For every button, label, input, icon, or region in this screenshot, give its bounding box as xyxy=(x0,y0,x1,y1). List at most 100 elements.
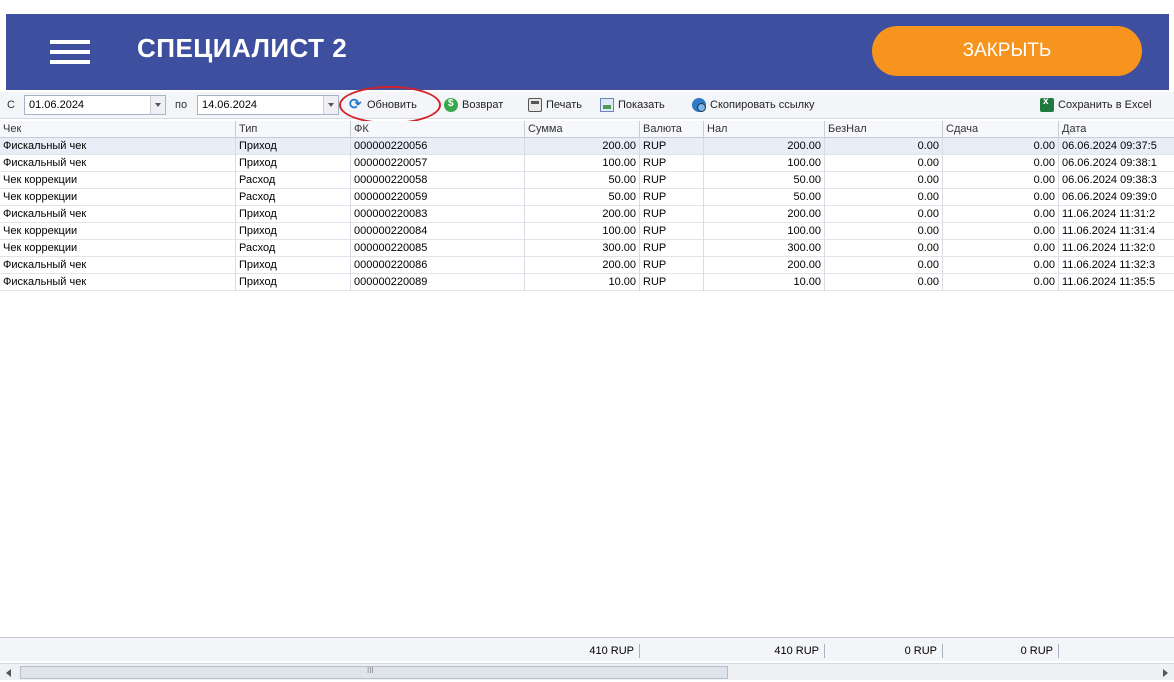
horizontal-scrollbar[interactable] xyxy=(0,663,1174,680)
cell-fk: 000000220056 xyxy=(351,138,525,155)
cell-check: Чек коррекции xyxy=(0,172,236,189)
table-row[interactable]: Фискальный чек Приход 000000220057 100.00 RU… xyxy=(0,155,1174,172)
cell-cashless: 0.00 xyxy=(825,172,943,189)
cell-type: Расход xyxy=(236,189,351,206)
close-button[interactable]: ЗАКРЫТЬ xyxy=(872,26,1142,76)
cell-check: Фискальный чек xyxy=(0,274,236,291)
cell-cashless: 0.00 xyxy=(825,223,943,240)
cell-check: Чек коррекции xyxy=(0,223,236,240)
cell-type: Приход xyxy=(236,274,351,291)
cell-currency: RUP xyxy=(640,189,704,206)
chevron-down-icon[interactable] xyxy=(150,96,165,114)
cell-type: Приход xyxy=(236,223,351,240)
column-header-currency[interactable]: Валюта xyxy=(640,121,704,138)
column-header-check[interactable]: Чек xyxy=(0,121,236,138)
to-date-value: 14.06.2024 xyxy=(202,99,258,111)
table-body: Фискальный чек Приход 000000220056 200.00 RU… xyxy=(0,138,1174,291)
cell-currency: RUP xyxy=(640,172,704,189)
column-header-change[interactable]: Сдача xyxy=(943,121,1059,138)
to-label: по xyxy=(175,99,188,111)
cell-cash: 300.00 xyxy=(704,240,825,257)
cell-change: 0.00 xyxy=(943,172,1059,189)
table-row[interactable]: Чек коррекции Расход 000000220058 50.00 RUP 5… xyxy=(0,172,1174,189)
return-label: Возврат xyxy=(462,99,504,111)
cell-change: 0.00 xyxy=(943,189,1059,206)
table-row[interactable]: Фискальный чек Приход 000000220083 200.00 RU… xyxy=(0,206,1174,223)
column-header-date[interactable]: Дата xyxy=(1059,121,1174,138)
total-sum: 410 RUP xyxy=(525,644,640,658)
refresh-button[interactable]: ⟳ Обновить xyxy=(349,96,417,114)
cell-cashless: 0.00 xyxy=(825,138,943,155)
cell-cash: 100.00 xyxy=(704,223,825,240)
from-label: С xyxy=(7,99,15,111)
cell-type: Приход xyxy=(236,155,351,172)
refresh-icon: ⟳ xyxy=(349,96,362,113)
cell-cashless: 0.00 xyxy=(825,206,943,223)
table-row[interactable]: Фискальный чек Приход 000000220089 10.00 RUP… xyxy=(0,274,1174,291)
chevron-down-icon[interactable] xyxy=(323,96,338,114)
cell-date: 11.06.2024 11:32:0 xyxy=(1062,242,1156,254)
cell-date: 06.06.2024 09:38:3 xyxy=(1062,174,1157,186)
print-button[interactable]: Печать xyxy=(528,96,582,114)
cell-cash: 50.00 xyxy=(704,172,825,189)
cell-currency: RUP xyxy=(640,257,704,274)
from-date-picker[interactable]: 01.06.2024 xyxy=(24,95,166,115)
cell-date: 06.06.2024 09:38:1 xyxy=(1062,157,1157,169)
cell-date: 11.06.2024 11:31:2 xyxy=(1062,208,1156,220)
table-row[interactable]: Чек коррекции Расход 000000220085 300.00 RUP… xyxy=(0,240,1174,257)
cell-sum: 200.00 xyxy=(525,206,640,223)
cell-check: Фискальный чек xyxy=(0,138,236,155)
totals-bar: 410 RUP 410 RUP 0 RUP 0 RUP xyxy=(0,637,1174,661)
cell-currency: RUP xyxy=(640,206,704,223)
cell-date: 06.06.2024 09:37:5 xyxy=(1062,140,1157,152)
scroll-left-icon[interactable] xyxy=(2,666,16,679)
excel-icon xyxy=(1040,96,1054,112)
cell-check: Чек коррекции xyxy=(0,240,236,257)
cell-change: 0.00 xyxy=(943,138,1059,155)
column-header-cashless[interactable]: БезНал xyxy=(825,121,943,138)
table-row[interactable]: Чек коррекции Расход 000000220059 50.00 RUP 5… xyxy=(0,189,1174,206)
cell-currency: RUP xyxy=(640,155,704,172)
scroll-right-icon[interactable] xyxy=(1158,666,1172,679)
table-row[interactable]: Чек коррекции Приход 000000220084 100.00 RUP… xyxy=(0,223,1174,240)
scrollbar-thumb[interactable] xyxy=(20,666,728,679)
cell-sum: 200.00 xyxy=(525,257,640,274)
cell-type: Приход xyxy=(236,257,351,274)
to-date-picker[interactable]: 14.06.2024 xyxy=(197,95,339,115)
cell-change: 0.00 xyxy=(943,240,1059,257)
cell-type: Приход xyxy=(236,138,351,155)
table-row[interactable]: Фискальный чек Приход 000000220056 200.00 RU… xyxy=(0,138,1174,155)
show-button[interactable]: Показать xyxy=(600,96,665,114)
cell-cash: 200.00 xyxy=(704,257,825,274)
table-row[interactable]: Фискальный чек Приход 000000220086 200.00 RU… xyxy=(0,257,1174,274)
refresh-label: Обновить xyxy=(367,99,417,111)
cell-cash: 200.00 xyxy=(704,206,825,223)
save-excel-button[interactable]: Сохранить в Excel xyxy=(1040,96,1152,114)
cell-currency: RUP xyxy=(640,138,704,155)
copy-link-button[interactable]: Скопировать ссылку xyxy=(692,96,815,114)
cell-cashless: 0.00 xyxy=(825,240,943,257)
app-title: СПЕЦИАЛИСТ 2 xyxy=(137,33,348,63)
cell-cashless: 0.00 xyxy=(825,189,943,206)
return-button[interactable]: Возврат xyxy=(444,96,503,114)
cell-fk: 000000220086 xyxy=(351,257,525,274)
column-header-fk[interactable]: ФК xyxy=(351,121,525,138)
picture-icon xyxy=(600,98,614,112)
cell-currency: RUP xyxy=(640,223,704,240)
cell-cashless: 0.00 xyxy=(825,155,943,172)
cell-cash: 10.00 xyxy=(704,274,825,291)
cell-fk: 000000220058 xyxy=(351,172,525,189)
cell-fk: 000000220059 xyxy=(351,189,525,206)
cell-change: 0.00 xyxy=(943,274,1059,291)
cell-sum: 10.00 xyxy=(525,274,640,291)
hamburger-menu-icon[interactable] xyxy=(50,40,90,64)
cell-type: Расход xyxy=(236,240,351,257)
save-excel-label: Сохранить в Excel xyxy=(1058,99,1152,111)
total-change: 0 RUP xyxy=(943,644,1059,658)
cell-currency: RUP xyxy=(640,274,704,291)
cell-fk: 000000220083 xyxy=(351,206,525,223)
column-header-sum[interactable]: Сумма xyxy=(525,121,640,138)
cell-change: 0.00 xyxy=(943,155,1059,172)
column-header-type[interactable]: Тип xyxy=(236,121,351,138)
column-header-cash[interactable]: Нал xyxy=(704,121,825,138)
